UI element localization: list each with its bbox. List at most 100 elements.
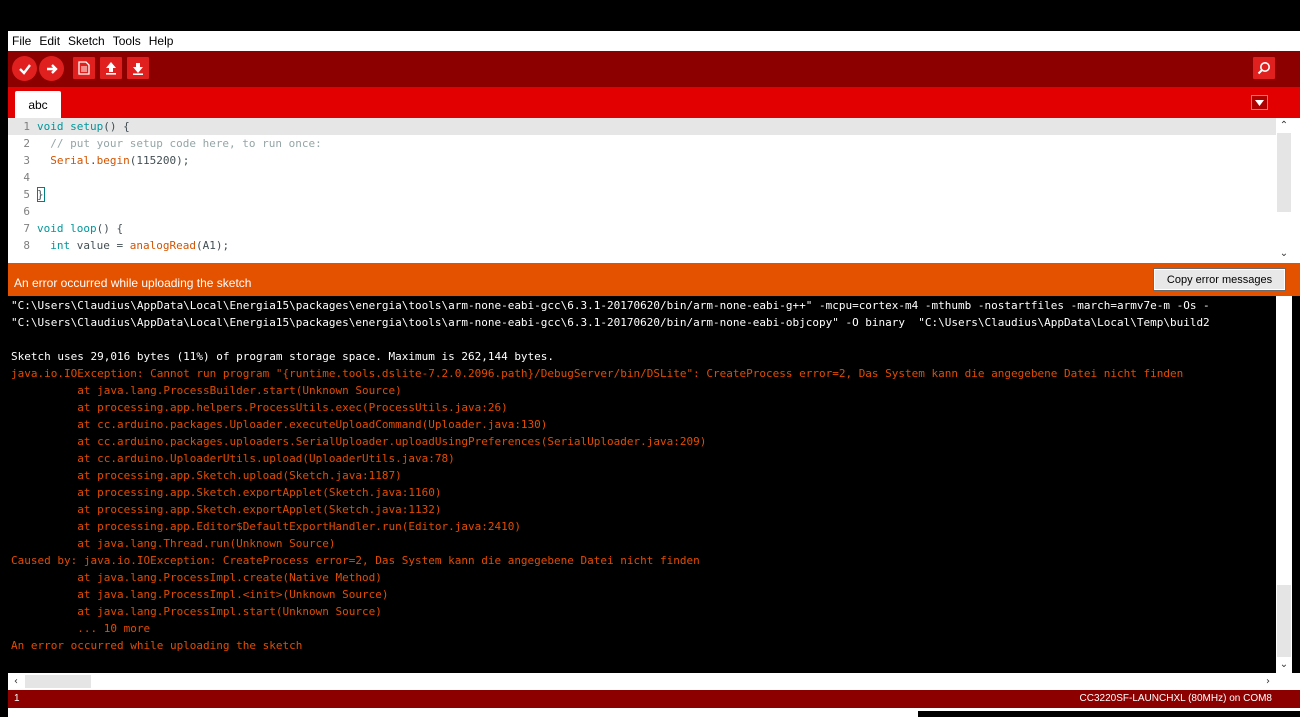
- chevron-down-icon: [1255, 99, 1264, 106]
- code-token: value =: [70, 239, 130, 252]
- line-number-gutter: 8: [23, 239, 30, 252]
- console-line: at processing.app.helpers.ProcessUtils.e…: [11, 401, 508, 414]
- code-token: // put your setup code here, to run once…: [50, 137, 322, 150]
- console-output[interactable]: "C:\Users\Claudius\AppData\Local\Energia…: [8, 296, 1300, 673]
- code-text: int value = analogRead(A1);: [37, 237, 229, 254]
- scroll-left-icon[interactable]: ‹: [8, 674, 24, 688]
- code-line[interactable]: 4: [8, 169, 1278, 186]
- line-number-gutter: 4: [23, 171, 30, 184]
- code-line[interactable]: 1 void setup() {: [8, 118, 1278, 135]
- verify-button[interactable]: [12, 56, 37, 81]
- code-text: Serial.begin(115200);: [37, 152, 189, 169]
- console-horizontal-scrollbar[interactable]: ‹ ›: [8, 673, 1276, 690]
- code-token: void: [37, 120, 64, 133]
- footer-status: 1 CC3220SF-LAUNCHXL (80MHz) on COM8: [8, 690, 1300, 708]
- console-line: at cc.arduino.packages.uploaders.SerialU…: [11, 435, 707, 448]
- console-scroll-thumb[interactable]: [1277, 585, 1291, 657]
- menu-file[interactable]: File: [12, 31, 31, 51]
- line-number-gutter: 7: [23, 222, 30, 235]
- save-button[interactable]: [127, 57, 149, 79]
- code-token: begin: [96, 154, 130, 167]
- menu-bar: File Edit Sketch Tools Help: [8, 31, 1300, 51]
- scroll-corner: [1276, 673, 1300, 690]
- serial-monitor-button[interactable]: [1253, 57, 1275, 79]
- line-number-gutter: 1: [23, 120, 30, 133]
- console-line: at processing.app.Editor$DefaultExportHa…: [11, 520, 521, 533]
- console-line: at java.lang.ProcessBuilder.start(Unknow…: [11, 384, 402, 397]
- open-button[interactable]: [100, 57, 122, 79]
- tab-abc[interactable]: abc: [15, 91, 61, 118]
- menu-sketch[interactable]: Sketch: [68, 31, 105, 51]
- line-number-gutter: 6: [23, 205, 30, 218]
- arrow-right-icon: [46, 63, 58, 74]
- status-bar: An error occurred while uploading the sk…: [8, 262, 1300, 296]
- console-line: at processing.app.Sketch.exportApplet(Sk…: [11, 486, 442, 499]
- code-text: // put your setup code here, to run once…: [37, 135, 322, 152]
- code-line[interactable]: 7 void loop() {: [8, 220, 1278, 237]
- console-scroll-down-icon[interactable]: ⌄: [1276, 657, 1292, 671]
- board-port-info: CC3220SF-LAUNCHXL (80MHz) on COM8: [1079, 693, 1272, 704]
- console-line: at cc.arduino.packages.Uploader.executeU…: [11, 418, 548, 431]
- code-line[interactable]: 6: [8, 203, 1278, 220]
- copy-error-messages-button[interactable]: Copy error messages: [1153, 268, 1286, 291]
- code-token: () {: [103, 120, 130, 133]
- arrow-up-icon: [106, 62, 116, 75]
- status-message: An error occurred while uploading the sk…: [14, 276, 252, 290]
- code-token: loop: [70, 222, 97, 235]
- console-line: "C:\Users\Claudius\AppData\Local\Energia…: [11, 316, 1210, 329]
- code-editor[interactable]: 1 void setup() {2 // put your setup code …: [8, 118, 1300, 262]
- console-line: java.io.IOException: Cannot run program …: [11, 367, 1184, 380]
- code-line[interactable]: 8 int value = analogRead(A1);: [8, 237, 1278, 254]
- code-token: () {: [96, 222, 124, 235]
- line-number-gutter: 2: [23, 137, 30, 150]
- upload-button[interactable]: [39, 56, 64, 81]
- new-sketch-button[interactable]: [73, 57, 95, 79]
- scroll-right-icon[interactable]: ›: [1260, 674, 1276, 688]
- code-token: .: [90, 154, 97, 167]
- menu-help[interactable]: Help: [149, 31, 174, 51]
- magnifier-icon: [1257, 62, 1270, 75]
- scroll-up-icon[interactable]: ⌃: [1276, 118, 1292, 132]
- toolbar: [8, 51, 1300, 87]
- code-line[interactable]: 2 // put your setup code here, to run on…: [8, 135, 1278, 152]
- code-token: Serial: [50, 154, 90, 167]
- code-text: void setup() {: [37, 118, 130, 135]
- code-token: setup: [70, 120, 104, 133]
- console-line: Sketch uses 29,016 bytes (11%) of progra…: [11, 350, 555, 363]
- console-line: at cc.arduino.UploaderUtils.upload(Uploa…: [11, 452, 455, 465]
- new-file-icon: [78, 61, 90, 75]
- bracket-match-box: [37, 187, 45, 202]
- console-line: at java.lang.ProcessImpl.create(Native M…: [11, 571, 382, 584]
- bottom-black-block: [918, 711, 1300, 717]
- code-token: analogRead: [129, 239, 196, 252]
- line-number-gutter: 5: [23, 188, 30, 201]
- horizontal-scroll-thumb[interactable]: [25, 675, 91, 688]
- code-text: void loop() {: [37, 220, 123, 237]
- code-line[interactable]: 5}: [8, 186, 1278, 203]
- console-vertical-scrollbar[interactable]: ⌄: [1276, 296, 1292, 673]
- console-line: at processing.app.Sketch.exportApplet(Sk…: [11, 503, 442, 516]
- menu-edit[interactable]: Edit: [39, 31, 60, 51]
- line-number-gutter: 3: [23, 154, 30, 167]
- console-line: Caused by: java.io.IOException: CreatePr…: [11, 554, 700, 567]
- code-token: int: [50, 239, 71, 252]
- menu-tools[interactable]: Tools: [113, 31, 141, 51]
- console-line: at processing.app.Sketch.upload(Sketch.j…: [11, 469, 402, 482]
- checkmark-icon: [18, 63, 31, 75]
- console-line: ... 10 more: [11, 622, 151, 635]
- code-token: (115200);: [129, 154, 190, 167]
- tab-menu-button[interactable]: [1251, 95, 1268, 110]
- editor-scroll-thumb[interactable]: [1277, 133, 1291, 212]
- scroll-down-icon[interactable]: ⌄: [1276, 246, 1292, 260]
- console-line: An error occurred while uploading the sk…: [11, 639, 303, 652]
- console-line: at java.lang.ProcessImpl.start(Unknown S…: [11, 605, 382, 618]
- tab-bar: abc: [8, 87, 1300, 118]
- code-text: }: [37, 186, 45, 203]
- ide-window: File Edit Sketch Tools Help abc 1 void s…: [8, 31, 1300, 717]
- arrow-down-icon: [133, 63, 143, 75]
- editor-vertical-scrollbar[interactable]: ⌃ ⌄: [1276, 118, 1292, 262]
- console-line: "C:\Users\Claudius\AppData\Local\Energia…: [11, 299, 1210, 312]
- code-line[interactable]: 3 Serial.begin(115200);: [8, 152, 1278, 169]
